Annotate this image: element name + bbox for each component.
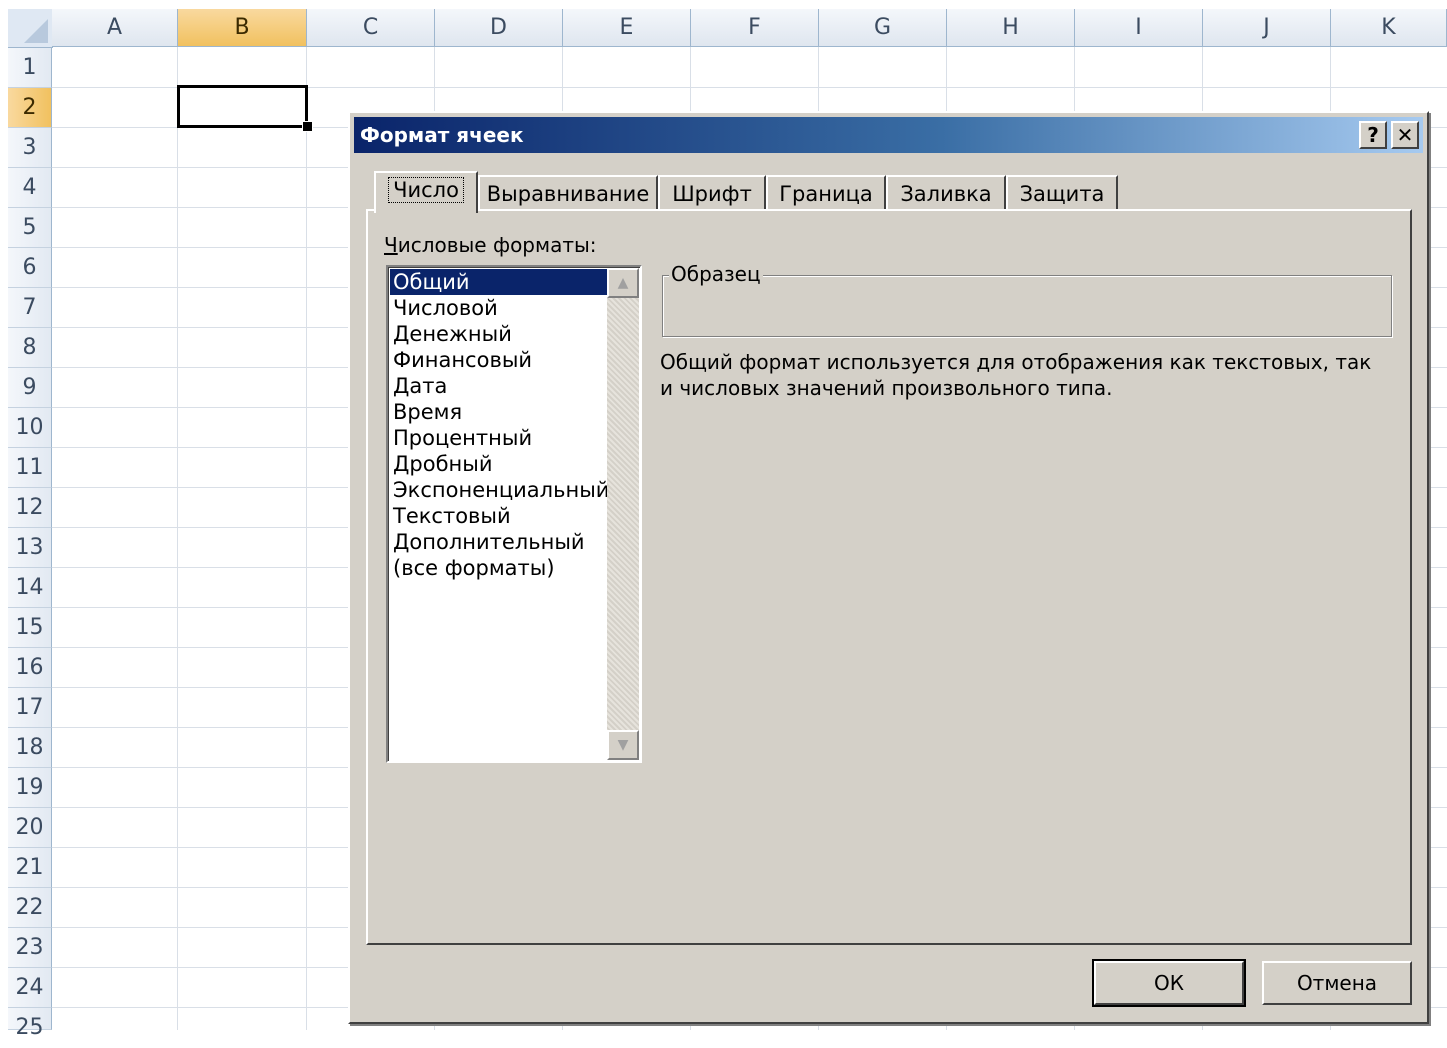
list-item-general[interactable]: Общий	[390, 269, 608, 295]
row-header-21[interactable]: 21	[8, 848, 52, 888]
selected-cell-b2[interactable]	[177, 85, 308, 128]
row-header-2[interactable]: 2	[8, 88, 52, 128]
list-item-number[interactable]: Числовой	[390, 295, 608, 321]
row-header-4[interactable]: 4	[8, 168, 52, 208]
dialog-titlebar[interactable]: Формат ячеек ? ✕	[354, 117, 1423, 153]
number-format-listbox[interactable]: Общий Числовой Денежный Финансовый Дата …	[386, 265, 642, 763]
number-formats-label-text: исловые форматы:	[397, 233, 597, 257]
format-description: Общий формат используется для отображени…	[660, 350, 1372, 400]
list-item-custom[interactable]: (все форматы)	[390, 555, 608, 581]
column-header-i[interactable]: I	[1075, 9, 1203, 47]
listbox-scrollbar[interactable]: ▲ ▼	[607, 268, 639, 760]
column-header-d[interactable]: D	[435, 9, 563, 47]
row-header-7[interactable]: 7	[8, 288, 52, 328]
row-header-15[interactable]: 15	[8, 608, 52, 648]
row-header-12[interactable]: 12	[8, 488, 52, 528]
tab-alignment[interactable]: Выравнивание	[478, 175, 658, 211]
fill-handle[interactable]	[302, 121, 313, 132]
list-item-fraction[interactable]: Дробный	[390, 451, 608, 477]
tab-font[interactable]: Шрифт	[658, 175, 766, 211]
tab-protection[interactable]: Защита	[1006, 175, 1118, 211]
number-tab-panel: Числовые форматы: Общий Числовой Денежны…	[366, 209, 1412, 945]
gridline-vertical	[177, 47, 178, 1030]
tab-fill[interactable]: Заливка	[886, 175, 1006, 211]
list-item-special[interactable]: Дополнительный	[390, 529, 608, 555]
row-header-19[interactable]: 19	[8, 768, 52, 808]
column-header-b[interactable]: B	[178, 9, 307, 47]
row-header-24[interactable]: 24	[8, 968, 52, 1008]
row-header-1[interactable]: 1	[8, 48, 52, 88]
column-header-k[interactable]: K	[1331, 9, 1447, 47]
column-header-a[interactable]: A	[52, 9, 178, 47]
row-header-5[interactable]: 5	[8, 208, 52, 248]
scroll-down-button[interactable]: ▼	[607, 730, 639, 760]
column-header-e[interactable]: E	[563, 9, 691, 47]
list-item-percentage[interactable]: Процентный	[390, 425, 608, 451]
sample-groupbox: Образец	[662, 262, 1392, 337]
column-header-c[interactable]: C	[307, 9, 435, 47]
list-item-text[interactable]: Текстовый	[390, 503, 608, 529]
row-header-20[interactable]: 20	[8, 808, 52, 848]
cancel-button[interactable]: Отмена	[1262, 961, 1412, 1005]
row-header-23[interactable]: 23	[8, 928, 52, 968]
list-item-date[interactable]: Дата	[390, 373, 608, 399]
select-all-corner[interactable]	[8, 9, 53, 48]
scroll-up-button[interactable]: ▲	[607, 268, 639, 298]
list-item-time[interactable]: Время	[390, 399, 608, 425]
sample-label: Образец	[669, 262, 763, 286]
row-header-22[interactable]: 22	[8, 888, 52, 928]
help-button[interactable]: ?	[1359, 121, 1387, 149]
number-formats-label: Числовые форматы:	[384, 233, 597, 257]
row-header-13[interactable]: 13	[8, 528, 52, 568]
row-header-17[interactable]: 17	[8, 688, 52, 728]
row-header-6[interactable]: 6	[8, 248, 52, 288]
triangle-down-icon: ▼	[617, 737, 629, 753]
row-header-10[interactable]: 10	[8, 408, 52, 448]
row-header-25[interactable]: 25	[8, 1008, 52, 1040]
number-formats-label-mnemonic: Ч	[384, 233, 398, 257]
dialog-title: Формат ячеек	[360, 123, 524, 147]
row-header-18[interactable]: 18	[8, 728, 52, 768]
row-header-3[interactable]: 3	[8, 128, 52, 168]
tab-border[interactable]: Граница	[766, 175, 886, 211]
row-header-11[interactable]: 11	[8, 448, 52, 488]
close-button[interactable]: ✕	[1391, 121, 1419, 149]
row-header-9[interactable]: 9	[8, 368, 52, 408]
column-header-g[interactable]: G	[819, 9, 947, 47]
triangle-up-icon: ▲	[617, 275, 629, 291]
ok-button[interactable]: ОК	[1092, 959, 1246, 1007]
format-cells-dialog: Формат ячеек ? ✕ Число Выравнивание Шриф…	[348, 111, 1429, 1024]
column-header-f[interactable]: F	[691, 9, 819, 47]
row-header-8[interactable]: 8	[8, 328, 52, 368]
row-header-14[interactable]: 14	[8, 568, 52, 608]
list-item-accounting[interactable]: Финансовый	[390, 347, 608, 373]
select-all-triangle-icon	[24, 19, 48, 43]
column-header-h[interactable]: H	[947, 9, 1075, 47]
list-item-currency[interactable]: Денежный	[390, 321, 608, 347]
row-header-16[interactable]: 16	[8, 648, 52, 688]
gridline-vertical	[306, 47, 307, 1030]
tab-number[interactable]: Число	[374, 171, 478, 213]
column-header-j[interactable]: J	[1203, 9, 1331, 47]
list-item-scientific[interactable]: Экспоненциальный	[390, 477, 609, 503]
tab-number-label: Число	[388, 177, 464, 203]
